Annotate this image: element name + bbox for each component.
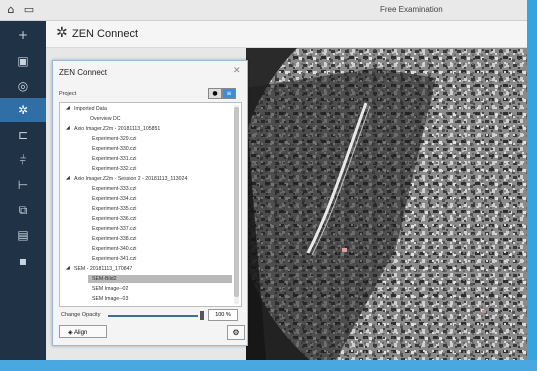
align-label: Align [73, 330, 88, 336]
export-icon[interactable]: ▪ [0, 249, 46, 273]
tree-item[interactable]: Experiment-333.czi [60, 185, 232, 193]
tree-item[interactable]: Experiment-330.czi [60, 145, 232, 153]
tree-group[interactable]: Axio Imager.Z2m - 20181113_105851 [60, 125, 232, 133]
tree-group[interactable]: Imported Data [60, 105, 232, 113]
window-icon[interactable]: ▭ [22, 3, 36, 17]
app-header: ✲ ZEN Connect [46, 21, 527, 48]
project-label: Project [59, 91, 77, 97]
change-opacity-label: Change Opacity [61, 312, 101, 318]
add-icon[interactable]: + [0, 23, 46, 47]
left-toolbar: + ▣ ◎ ✲ ⊏ ⫩ ⊢ ⧉ ▤ ▪ [0, 21, 46, 360]
measure-icon[interactable]: ⊢ [0, 173, 46, 197]
tree-item[interactable]: Experiment-341.czi [60, 255, 232, 263]
window-title: Free Examination [380, 5, 443, 14]
zen-connect-icon: ✲ [56, 25, 68, 41]
camera-icon[interactable]: ◎ [0, 74, 46, 98]
align-icon: ◈ [68, 329, 73, 336]
opacity-slider[interactable] [108, 315, 198, 317]
tree-item[interactable]: Experiment-337.czi [60, 225, 232, 233]
tree-item[interactable]: Experiment-338.czi [60, 235, 232, 243]
align-button[interactable]: ◈ Align [59, 325, 107, 338]
image-processing-icon[interactable]: ⧉ [0, 198, 46, 222]
zen-connect-tool-icon[interactable]: ✲ [0, 98, 46, 122]
tree-group[interactable]: Axio Imager.Z2m - Session 2 - 20181113_1… [60, 175, 232, 183]
tree-item[interactable]: Experiment-331.czi [60, 155, 232, 163]
image-viewer[interactable] [246, 48, 527, 360]
tree-item[interactable]: Experiment-336.czi [60, 215, 232, 223]
document-icon[interactable]: ▣ [0, 49, 46, 73]
background-bottom [0, 360, 537, 371]
dialog-title: ZEN Connect [59, 68, 108, 77]
micrograph-image [246, 48, 527, 360]
close-icon[interactable]: ✕ [233, 65, 241, 76]
opacity-slider-fill [108, 315, 198, 317]
report-icon[interactable]: ▤ [0, 223, 46, 247]
tree-scrollbar-thumb[interactable] [234, 107, 239, 297]
zen-connect-dialog: ZEN Connect ✕ Project ● ≡ ◢ Imported Data… [52, 60, 248, 346]
tree-scrollbar[interactable] [234, 105, 239, 304]
tree-item[interactable]: SEM-Bild2 [88, 275, 232, 283]
tree-item[interactable]: Overview DC [60, 115, 232, 123]
tree-item[interactable]: Experiment-329.czi [60, 135, 232, 143]
tree-group[interactable]: SEM - 20181113_170847 [60, 265, 232, 273]
tree-item[interactable]: SEM Image--02 [60, 285, 232, 293]
tree-item[interactable]: Experiment-335.czi [60, 205, 232, 213]
opacity-slider-handle[interactable] [200, 311, 204, 320]
home-icon[interactable]: ⌂ [4, 3, 18, 17]
background-right [527, 0, 537, 371]
view-toggle-icon[interactable]: ● [208, 88, 222, 99]
project-tree[interactable]: ◢ Imported Data Overview DC ◢ Axio Imager.Z2… [59, 102, 242, 307]
tree-item[interactable]: Experiment-332.czi [60, 165, 232, 173]
tree-item[interactable]: Experiment-340.czi [60, 245, 232, 253]
app-header-title: ZEN Connect [72, 28, 139, 40]
title-bar: ⌂ ▭ Free Examination [0, 0, 527, 21]
tree-item[interactable]: SEM Image--03 [60, 295, 232, 303]
gear-icon[interactable]: ⚙ [227, 325, 245, 340]
crop-icon[interactable]: ⊏ [0, 123, 46, 147]
list-view-icon[interactable]: ≡ [222, 88, 236, 99]
tree-item[interactable]: Experiment-334.czi [60, 195, 232, 203]
adjust-sliders-icon[interactable]: ⫩ [0, 148, 46, 172]
app-window: ⌂ ▭ Free Examination + ▣ ◎ ✲ ⊏ ⫩ ⊢ ⧉ ▤ ▪… [0, 0, 527, 360]
opacity-value-input[interactable]: 100 % [208, 309, 238, 321]
